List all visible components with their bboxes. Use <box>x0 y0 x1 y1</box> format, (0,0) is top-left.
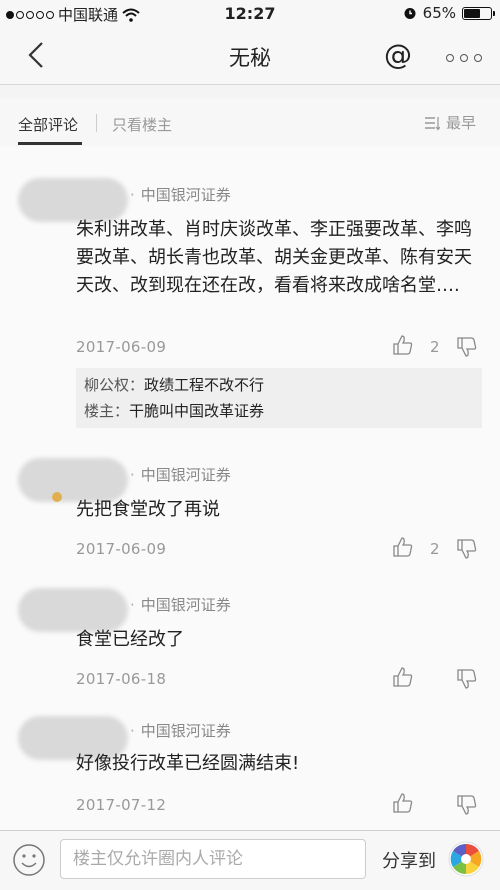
share-label[interactable]: 分享到 <box>382 847 436 873</box>
comment-filter-bar: 全部评论 只看楼主 最早 <box>0 98 500 147</box>
org-label: 中国银河证券 <box>140 186 231 204</box>
status-right: 65% <box>403 4 495 22</box>
mention-icon[interactable]: @ <box>384 38 412 71</box>
comment-org: · 中国银河证券 <box>130 596 231 614</box>
nav-bar: 无秘 @ <box>0 28 500 85</box>
comment-date: 2017-06-18 <box>76 670 167 688</box>
tab-owner-only[interactable]: 只看楼主 <box>112 114 172 135</box>
battery-icon <box>462 6 495 20</box>
comment-org: · 中国银河证券 <box>130 186 231 204</box>
sort-button[interactable]: 最早 <box>424 112 476 133</box>
moments-icon[interactable] <box>448 841 484 877</box>
page-title: 无秘 <box>229 46 271 70</box>
sort-icon <box>425 116 440 130</box>
battery-percent: 65% <box>422 4 456 22</box>
bottom-bar: 楼主仅允许圈内人评论 分享到 <box>0 830 500 890</box>
comment-org: · 中国银河证券 <box>130 466 231 484</box>
comment-list: · 中国银河证券 朱利讲改革、肖时庆谈改革、李正强要改革、李鸣要改革、胡长青也改革… <box>0 146 500 830</box>
comment-date: 2017-06-09 <box>76 540 167 558</box>
emoji-icon[interactable] <box>12 843 46 877</box>
like-icon[interactable] <box>392 334 414 356</box>
reply-author: 楼主： <box>84 402 130 420</box>
reply-item[interactable]: 柳公权：政绩工程不改不行 <box>84 372 474 398</box>
comment-text: 朱利讲改革、肖时庆谈改革、李正强要改革、李鸣要改革、胡长青也改革、胡关金更改革、… <box>76 219 472 296</box>
like-icon[interactable] <box>392 792 414 814</box>
reply-item[interactable]: 楼主：干脆叫中国改革证券 <box>84 398 474 424</box>
tab-divider <box>96 114 97 132</box>
alarm-icon <box>404 8 416 19</box>
dislike-icon[interactable] <box>456 668 478 690</box>
reply-author: 柳公权： <box>84 376 145 394</box>
comment-text: 先把食堂改了再说 <box>76 499 220 520</box>
comment-date: 2017-07-12 <box>76 796 167 814</box>
like-count: 2 <box>430 540 440 558</box>
comment-text: 好像投行改革已经圆满结束! <box>76 753 300 774</box>
org-label: 中国银河证券 <box>140 596 231 614</box>
comment-org: · 中国银河证券 <box>130 722 231 740</box>
avatar-badge-icon <box>52 492 62 502</box>
reply-text: 政绩工程不改不行 <box>144 376 265 394</box>
comment-text: 食堂已经改了 <box>76 629 184 650</box>
sort-label: 最早 <box>446 114 477 132</box>
dislike-icon[interactable] <box>456 794 478 816</box>
like-count: 2 <box>430 338 440 356</box>
org-label: 中国银河证券 <box>140 466 231 484</box>
reply-box: 柳公权：政绩工程不改不行 楼主：干脆叫中国改革证券 <box>76 368 482 428</box>
like-icon[interactable] <box>392 666 414 688</box>
dislike-icon[interactable] <box>456 538 478 560</box>
active-tab-indicator <box>18 142 82 145</box>
comment-input[interactable]: 楼主仅允许圈内人评论 <box>60 839 366 879</box>
like-icon[interactable] <box>392 536 414 558</box>
comment-date: 2017-06-09 <box>76 338 167 356</box>
status-bar: 中国联通 12:27 65% <box>0 0 500 28</box>
reply-text: 干脆叫中国改革证券 <box>129 402 265 420</box>
more-icon[interactable] <box>446 54 482 62</box>
tab-all-comments[interactable]: 全部评论 <box>18 114 78 135</box>
org-label: 中国银河证券 <box>140 722 231 740</box>
dislike-icon[interactable] <box>456 336 478 358</box>
